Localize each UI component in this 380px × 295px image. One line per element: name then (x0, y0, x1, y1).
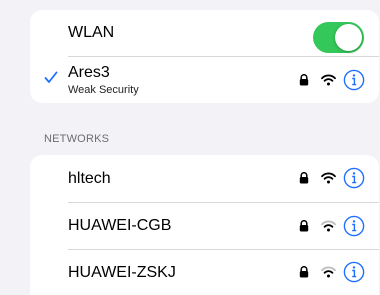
wifi-icon (321, 74, 336, 86)
wifi-icon (321, 172, 336, 184)
network-icons (299, 167, 365, 189)
wifi-icon (321, 266, 336, 278)
checkmark-icon (44, 68, 58, 89)
wifi-icon (321, 220, 336, 232)
network-icons (299, 261, 365, 283)
toggle-knob (335, 24, 362, 51)
networks-section-header: NETWORKS (44, 133, 110, 145)
network-row[interactable]: hltech (30, 155, 379, 202)
wlan-row: WLAN (30, 10, 379, 56)
info-icon[interactable] (343, 167, 365, 189)
network-row[interactable]: HUAWEI-ZSKJ (30, 250, 379, 295)
network-icons (299, 215, 365, 237)
network-row[interactable]: HUAWEI-CGB (30, 203, 379, 249)
connected-network-row[interactable]: Ares3 Weak Security (30, 57, 379, 103)
info-icon[interactable] (343, 261, 365, 283)
networks-card: hltech HUAWEI-CGB HUAWEI-ZSKJ (30, 155, 379, 295)
lock-icon (299, 266, 309, 278)
info-icon[interactable] (343, 69, 365, 91)
network-icons (299, 69, 365, 91)
lock-icon (299, 74, 309, 86)
network-name: HUAWEI-ZSKJ (68, 264, 176, 281)
wlan-card: WLAN Ares3 Weak Security (30, 10, 379, 103)
network-name: hltech (68, 170, 111, 187)
lock-icon (299, 220, 309, 232)
wlan-toggle[interactable] (313, 22, 364, 53)
info-icon[interactable] (343, 215, 365, 237)
wlan-label: WLAN (68, 24, 115, 41)
lock-icon (299, 172, 309, 184)
connected-network-name: Ares3 (68, 64, 110, 81)
connected-network-subtitle: Weak Security (68, 84, 139, 96)
network-name: HUAWEI-CGB (68, 217, 172, 234)
